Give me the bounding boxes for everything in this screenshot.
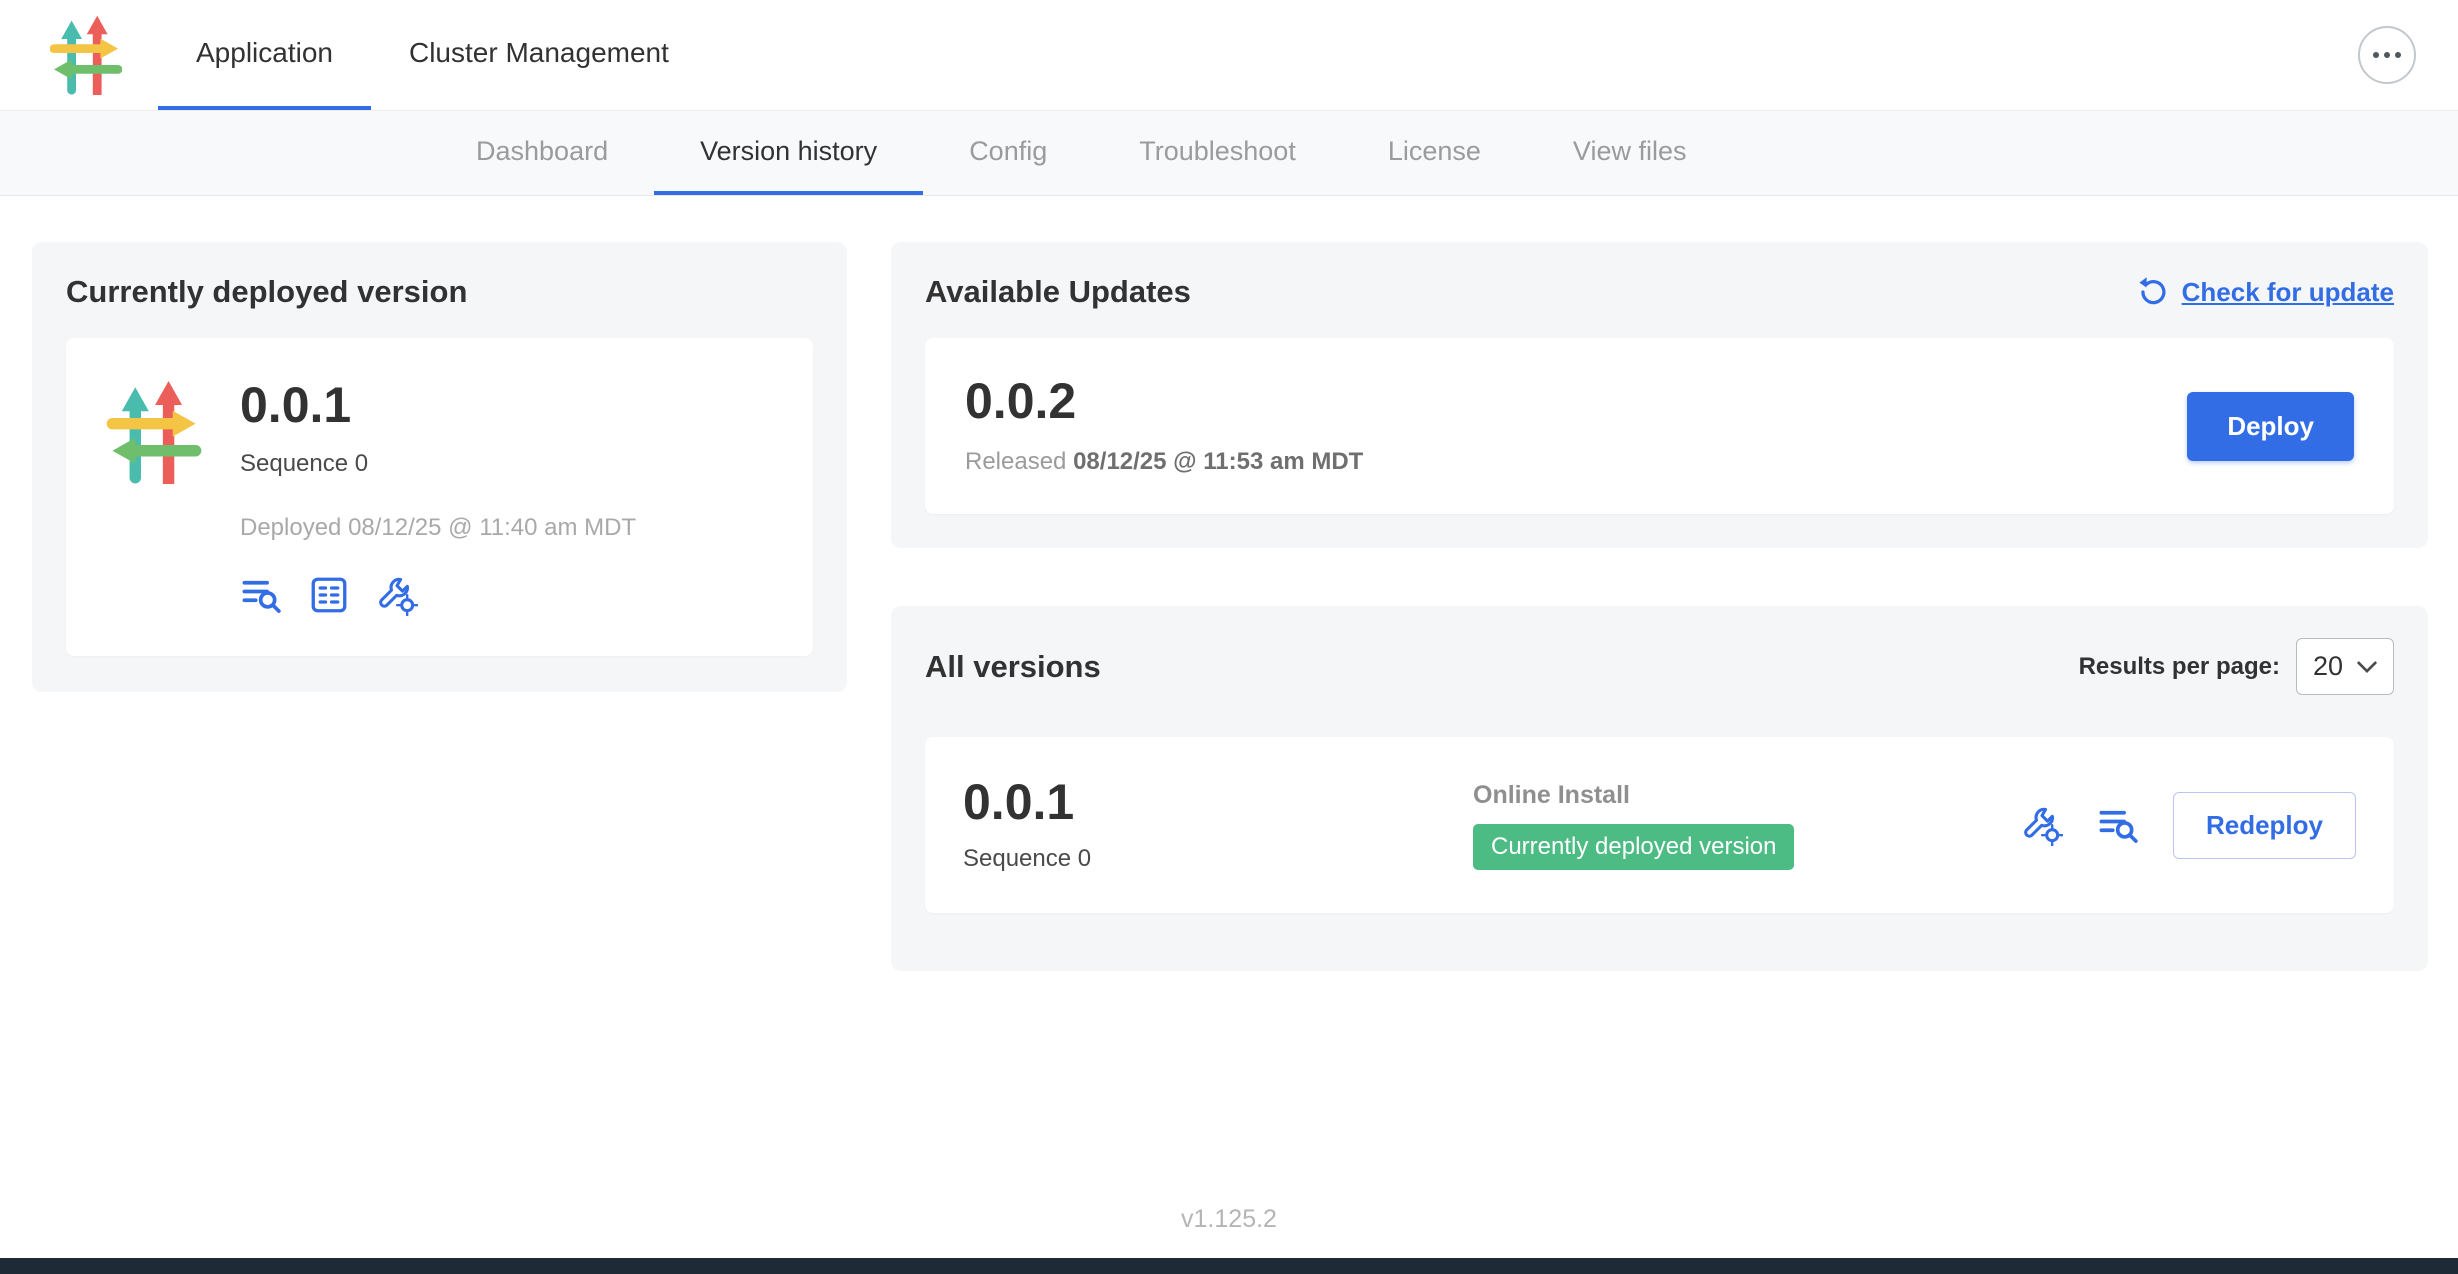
currently-deployed-panel: Currently deployed version 0.0.1 Sequenc… (32, 242, 847, 692)
update-version-number: 0.0.2 (965, 376, 1363, 426)
released-prefix: Released (965, 448, 1066, 475)
install-type: Online Install (1473, 781, 1630, 810)
main-content: Currently deployed version 0.0.1 Sequenc… (0, 196, 2458, 1189)
refresh-icon (2136, 275, 2170, 309)
chevron-down-icon (2357, 660, 2377, 674)
row-version-number: 0.0.1 (963, 777, 1473, 827)
check-for-update-label: Check for update (2182, 277, 2394, 308)
all-versions-title: All versions (925, 649, 1101, 685)
available-updates-panel: Available Updates Check for update 0.0.2… (891, 242, 2428, 548)
currently-deployed-title: Currently deployed version (66, 274, 813, 310)
tab-version-history[interactable]: Version history (654, 111, 923, 195)
update-released-line: Released 08/12/25 @ 11:53 am MDT (965, 448, 1363, 476)
update-card: 0.0.2 Released 08/12/25 @ 11:53 am MDT D… (925, 338, 2394, 514)
ellipsis-icon (2373, 52, 2379, 58)
app-icon (106, 380, 202, 484)
status-badge: Currently deployed version (1473, 824, 1794, 870)
preflight-checks-icon[interactable] (308, 574, 350, 616)
results-per-page-value: 20 (2313, 651, 2343, 682)
edit-config-icon[interactable] (376, 574, 418, 616)
check-for-update-link[interactable]: Check for update (2136, 275, 2394, 309)
row-sequence: Sequence 0 (963, 845, 1473, 873)
tab-config[interactable]: Config (923, 111, 1093, 195)
release-notes-icon[interactable] (2097, 804, 2139, 846)
deployed-sequence: Sequence 0 (240, 450, 636, 478)
edit-config-icon[interactable] (2021, 804, 2063, 846)
results-per-page-label: Results per page: (2079, 653, 2280, 681)
version-row: 0.0.1 Sequence 0 Online Install Currentl… (925, 737, 2394, 913)
available-updates-title: Available Updates (925, 274, 1191, 310)
bottom-bar (0, 1258, 2458, 1274)
console-version: v1.125.2 (0, 1189, 2458, 1258)
deployed-date: Deployed 08/12/25 @ 11:40 am MDT (240, 514, 636, 542)
results-per-page-select[interactable]: 20 (2296, 638, 2394, 695)
sub-nav: Dashboard Version history Config Trouble… (0, 111, 2458, 196)
release-notes-icon[interactable] (240, 574, 282, 616)
deployed-version-number: 0.0.1 (240, 380, 636, 430)
redeploy-button[interactable]: Redeploy (2173, 792, 2356, 859)
right-column: Available Updates Check for update 0.0.2… (891, 242, 2428, 971)
top-tabs: Application Cluster Management (158, 0, 707, 110)
tab-troubleshoot[interactable]: Troubleshoot (1093, 111, 1342, 195)
footer: v1.125.2 (0, 1189, 2458, 1274)
deployed-version-card: 0.0.1 Sequence 0 Deployed 08/12/25 @ 11:… (66, 338, 813, 656)
tab-view-files[interactable]: View files (1527, 111, 1733, 195)
overflow-menu-button[interactable] (2358, 26, 2416, 84)
deploy-button[interactable]: Deploy (2187, 392, 2354, 461)
tab-license[interactable]: License (1342, 111, 1527, 195)
tab-cluster-management[interactable]: Cluster Management (371, 0, 707, 110)
released-date: 08/12/25 @ 11:53 am MDT (1073, 448, 1363, 475)
tab-dashboard[interactable]: Dashboard (430, 111, 654, 195)
tab-application[interactable]: Application (158, 0, 371, 110)
all-versions-panel: All versions Results per page: 20 0.0.1 … (891, 606, 2428, 971)
app-logo-icon[interactable] (50, 15, 122, 95)
deployed-actions (240, 574, 636, 616)
top-nav: Application Cluster Management (0, 0, 2458, 111)
